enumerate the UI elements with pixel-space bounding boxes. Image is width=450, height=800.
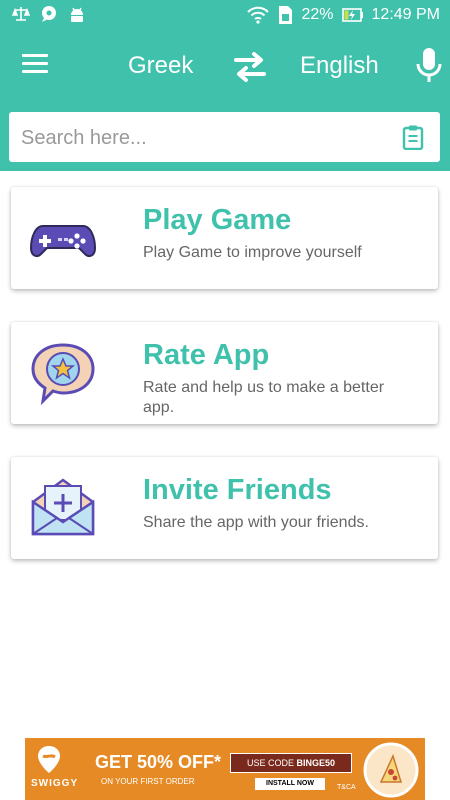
source-language-selector[interactable]: Greek xyxy=(128,52,193,80)
ad-code-box: USE CODE BINGE50 xyxy=(230,753,352,773)
menu-icon-line xyxy=(22,62,48,65)
scale-icon xyxy=(12,7,30,21)
swiggy-logo-icon xyxy=(38,746,60,773)
invite-friends-card[interactable]: Invite Friends Share the app with your f… xyxy=(11,457,438,559)
sim-card-icon xyxy=(279,6,293,24)
ad-code-prefix: USE CODE xyxy=(246,758,294,768)
swap-languages-icon[interactable] xyxy=(232,50,268,84)
card-description: Share the app with your friends. xyxy=(143,514,369,531)
card-title: Invite Friends xyxy=(143,474,332,506)
menu-icon-line xyxy=(22,54,48,57)
ad-headline: GET 50% OFF* xyxy=(95,752,222,772)
microphone-icon[interactable] xyxy=(414,46,444,86)
gamepad-icon xyxy=(29,225,97,257)
battery-charging-icon xyxy=(341,8,363,22)
card-description: Play Game to improve yourself xyxy=(143,244,362,261)
status-bar: 22% 12:49 PM xyxy=(0,0,450,30)
menu-icon-line xyxy=(22,70,48,73)
battery-percent: 22% xyxy=(301,6,334,23)
star-speech-bubble-icon xyxy=(31,343,95,406)
clipboard-icon[interactable] xyxy=(402,124,424,150)
menu-button[interactable] xyxy=(22,54,48,76)
ad-banner[interactable]: SWIGGY GET 50% OFF* ON YOUR FIRST ORDER … xyxy=(25,738,425,800)
card-title: Play Game xyxy=(143,204,292,236)
food-image-icon xyxy=(363,742,419,798)
app-toolbar: Greek English xyxy=(0,30,450,105)
rate-app-card[interactable]: Rate App Rate and help us to make a bett… xyxy=(11,322,438,424)
card-description: Rate and help us to make a better app. xyxy=(143,379,385,416)
target-language-selector[interactable]: English xyxy=(300,52,379,80)
play-game-card[interactable]: Play Game Play Game to improve yourself xyxy=(11,187,438,289)
card-title: Rate App xyxy=(143,339,270,371)
notification-icons xyxy=(12,5,86,23)
wifi-icon xyxy=(247,6,270,24)
envelope-invite-icon xyxy=(31,478,95,536)
ad-subline: ON YOUR FIRST ORDER xyxy=(101,777,195,786)
ad-code: BINGE50 xyxy=(296,758,336,768)
clock: 12:49 PM xyxy=(371,6,440,23)
search-box xyxy=(9,112,440,164)
ad-tc: T&CA xyxy=(337,784,356,791)
ad-install-button[interactable]: INSTALL NOW xyxy=(255,778,325,790)
ad-brand: SWIGGY xyxy=(31,778,79,789)
search-input[interactable] xyxy=(19,112,383,164)
chat-bubble-icon xyxy=(42,6,56,22)
android-icon xyxy=(71,7,83,22)
search-bar xyxy=(0,105,450,171)
status-right: 22% 12:49 PM xyxy=(247,5,440,25)
